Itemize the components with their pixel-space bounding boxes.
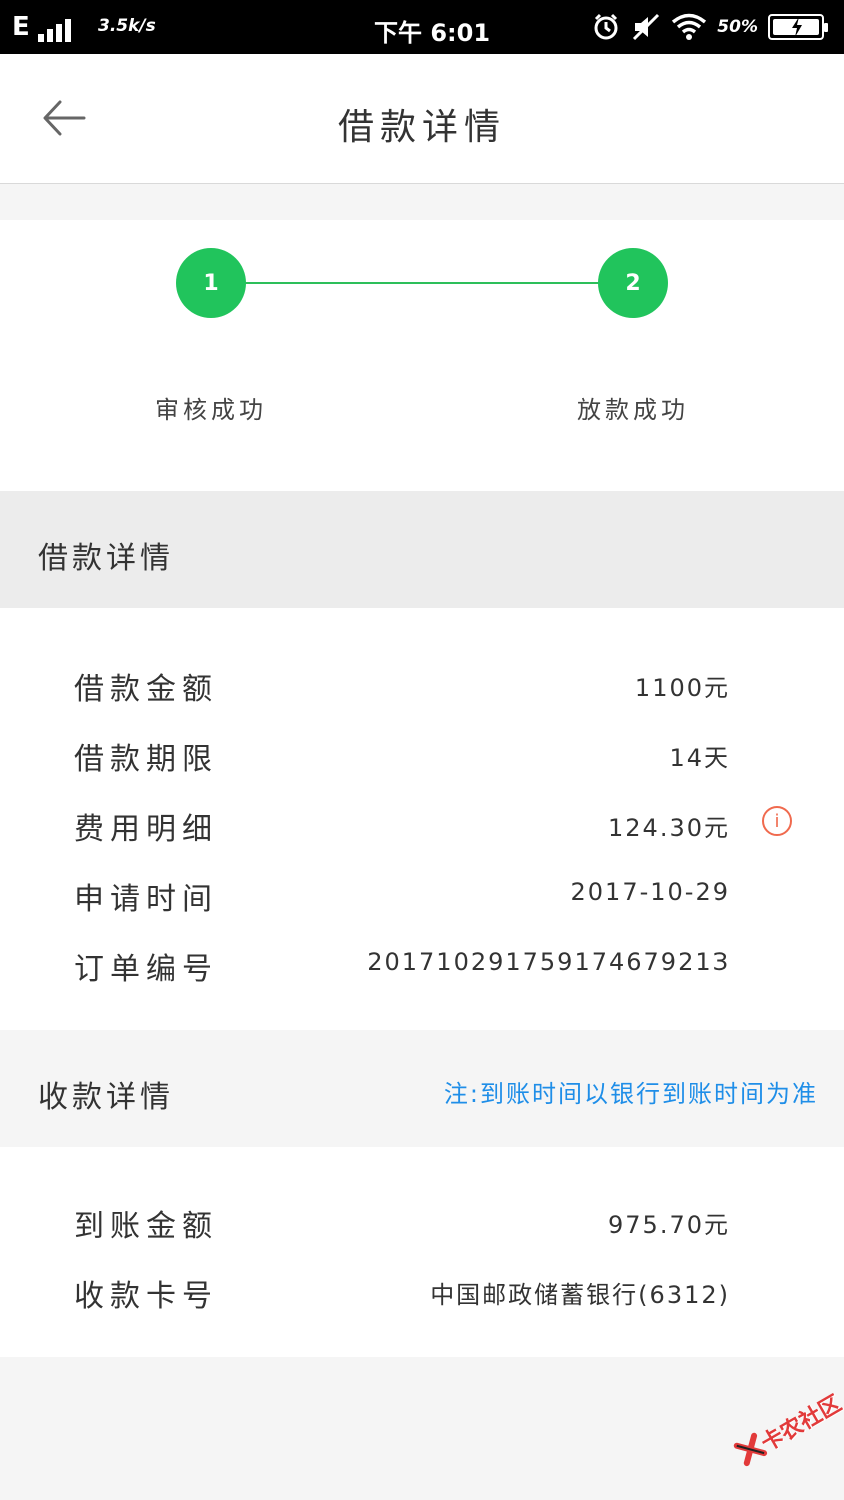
info-circle-icon[interactable]: i	[762, 806, 792, 836]
progress-line	[210, 282, 634, 284]
bank-card-row: 收款卡号 中国邮政储蓄银行(6312)	[0, 1255, 844, 1325]
row-label: 申请时间	[74, 882, 218, 917]
step-1-label: 审核成功	[155, 396, 267, 424]
loan-term-row: 借款期限 14天	[0, 718, 844, 788]
alarm-icon	[594, 13, 618, 40]
receipt-details-header: 收款详情 注:到账时间以银行到账时间为准	[0, 1030, 844, 1147]
battery-percent: 50%	[717, 17, 758, 37]
loan-progress: 1 2 审核成功 放款成功	[0, 220, 844, 491]
row-label: 订单编号	[74, 952, 218, 987]
apply-time-row: 申请时间 2017-10-29	[0, 858, 844, 928]
row-label: 收款卡号	[74, 1279, 218, 1314]
row-value: 124.30元	[608, 814, 730, 842]
battery-charging-icon	[768, 14, 828, 40]
row-label: 到账金额	[74, 1209, 218, 1244]
clock: 下午 6:01	[374, 19, 491, 47]
section-title: 收款详情	[38, 1080, 174, 1115]
section-title: 借款详情	[38, 541, 174, 576]
fee-detail-row[interactable]: 费用明细 124.30元	[0, 788, 844, 858]
receipt-details-list: 到账金额 975.70元 收款卡号 中国邮政储蓄银行(6312)	[0, 1147, 844, 1357]
loan-details-header: 借款详情	[0, 491, 844, 608]
row-value: 2017-10-29	[570, 878, 730, 906]
loan-details-list: 借款金额 1100元 借款期限 14天 费用明细 124.30元 i 申请时间 …	[0, 608, 844, 1030]
order-number-row: 订单编号 20171029175917467921З	[0, 928, 844, 998]
row-label: 费用明细	[74, 812, 218, 847]
network-type: E	[12, 12, 30, 42]
step-1-circle: 1	[176, 248, 246, 318]
row-label: 借款金额	[74, 672, 218, 707]
arrival-time-note: 注:到账时间以银行到账时间为准	[443, 1080, 818, 1108]
row-value: 1100元	[634, 674, 730, 702]
watermark: 卡农社区	[723, 1377, 844, 1488]
wifi-icon	[672, 13, 707, 40]
row-value: 中国邮政储蓄银行(6312)	[430, 1281, 730, 1309]
network-speed: 3.5k/s	[98, 16, 156, 36]
status-icons: 50%	[591, 12, 828, 42]
row-label: 借款期限	[74, 742, 218, 777]
row-value: 20171029175917467921З	[367, 948, 730, 976]
step-2-label: 放款成功	[577, 396, 689, 424]
step-2-circle: 2	[598, 248, 668, 318]
loan-amount-row: 借款金额 1100元	[0, 648, 844, 718]
top-nav-bar: 借款详情	[0, 54, 844, 184]
row-value: 14天	[669, 744, 730, 772]
row-value: 975.70元	[608, 1211, 730, 1239]
page-title: 借款详情	[337, 107, 506, 148]
mute-icon	[633, 13, 660, 41]
watermark-text: 卡农社区	[757, 1391, 844, 1457]
status-bar: E 3.5k/s 下午 6:01 50%	[0, 0, 844, 54]
received-amount-row: 到账金额 975.70元	[0, 1185, 844, 1255]
signal-bars-icon	[38, 16, 82, 42]
